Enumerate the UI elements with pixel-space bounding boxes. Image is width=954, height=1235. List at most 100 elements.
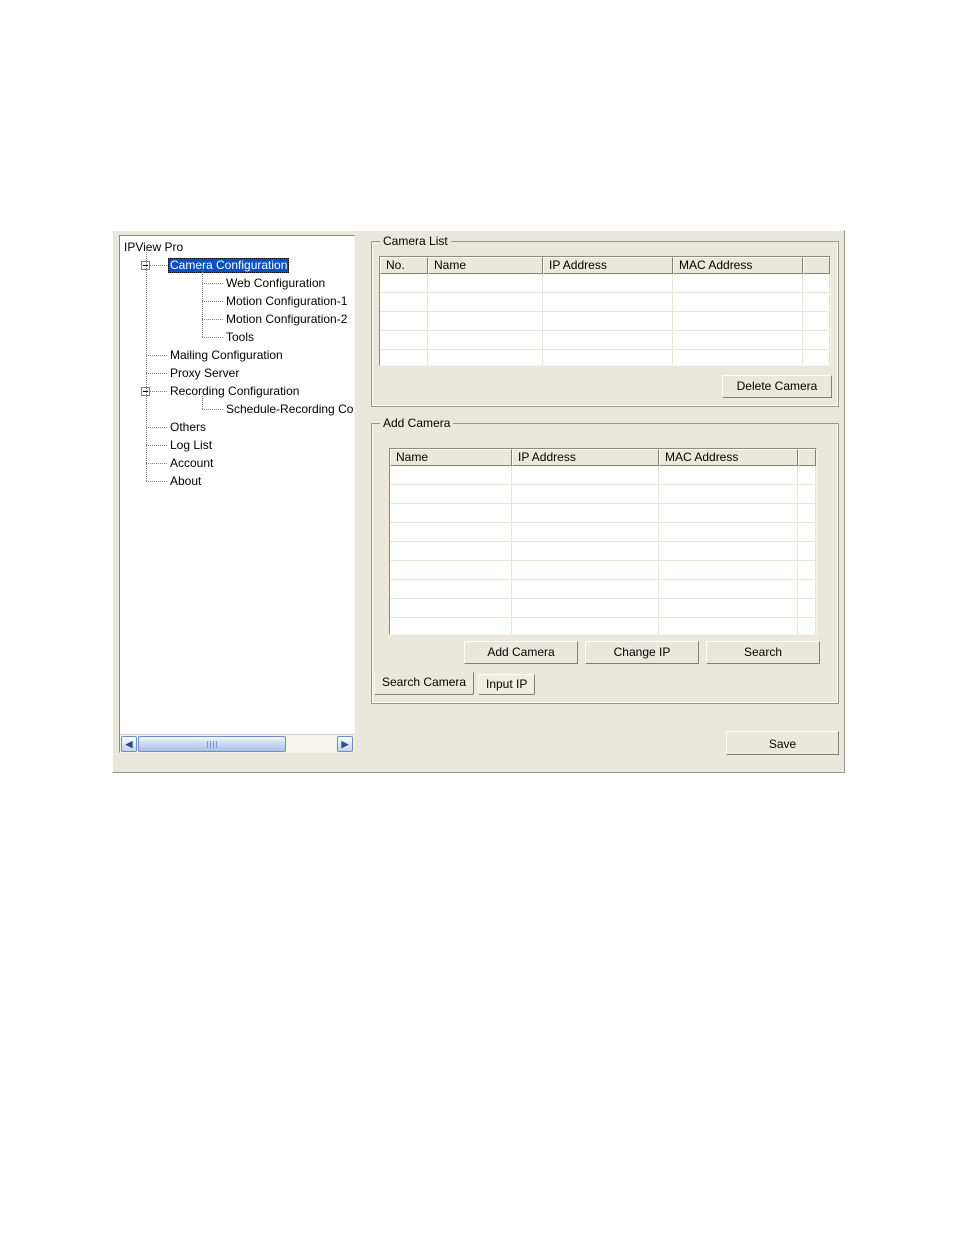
add-camera-groupbox: Add Camera Name IP Address MAC Address Add… — [371, 417, 839, 704]
camera-list-column-header[interactable]: IP Address — [543, 257, 673, 274]
camera-list-table[interactable]: No. Name IP Address MAC Address — [379, 256, 831, 366]
add-camera-row[interactable] — [390, 580, 816, 599]
add-camera-button[interactable]: Add Camera — [464, 641, 578, 664]
scrollbar-thumb[interactable] — [138, 736, 286, 752]
tree-item-motion-configuration-2[interactable]: Motion Configuration-2 — [224, 310, 349, 328]
tree-item-label: Tools — [226, 330, 255, 345]
camera-list-cell — [673, 331, 803, 349]
camera-list-cell — [803, 312, 830, 330]
tree-connector-horizontal — [146, 355, 168, 356]
tree-item-about[interactable]: About — [168, 472, 203, 490]
add-camera-column-header[interactable] — [798, 449, 816, 466]
tree-connector-horizontal — [146, 481, 168, 482]
tree-item-label: Mailing Configuration — [170, 348, 283, 363]
add-camera-cell — [512, 504, 659, 522]
add-camera-cell — [659, 504, 798, 522]
add-camera-cell — [659, 542, 798, 560]
camera-list-cell — [428, 293, 543, 311]
tree-horizontal-scrollbar[interactable]: ◀ ▶ — [120, 734, 354, 752]
tree-item-label: Others — [170, 420, 207, 435]
tree-item-camera-configuration[interactable]: Camera Configuration — [168, 256, 290, 274]
tree-stem-level-2 — [202, 270, 203, 338]
camera-list-row[interactable] — [380, 293, 830, 312]
camera-list-row[interactable] — [380, 312, 830, 331]
tree-connector-horizontal — [202, 337, 224, 338]
tree-item-log-list[interactable]: Log List — [168, 436, 214, 454]
tree-item-account[interactable]: Account — [168, 454, 215, 472]
tree-root-label[interactable]: IPView Pro — [124, 240, 183, 254]
camera-list-column-header[interactable]: No. — [380, 257, 428, 274]
add-camera-table[interactable]: Name IP Address MAC Address — [389, 448, 817, 635]
tree-item-web-configuration[interactable]: Web Configuration — [224, 274, 327, 292]
camera-list-cell — [543, 293, 673, 311]
tree-item-tools[interactable]: Tools — [224, 328, 256, 346]
camera-list-cell — [673, 293, 803, 311]
camera-list-groupbox: Camera List No. Name IP Address MAC Address… — [371, 235, 839, 407]
add-camera-cell — [512, 542, 659, 560]
tree-connector-horizontal — [202, 409, 224, 410]
add-camera-title: Add Camera — [380, 417, 454, 430]
camera-list-cell — [380, 274, 428, 292]
add-camera-cell — [659, 466, 798, 484]
tree-item-proxy-server[interactable]: Proxy Server — [168, 364, 241, 382]
add-camera-row[interactable] — [390, 485, 816, 504]
tree-item-label: About — [170, 474, 202, 489]
add-camera-row[interactable] — [390, 618, 816, 634]
tree-connector-horizontal — [146, 427, 168, 428]
tab-search-camera[interactable]: Search Camera — [374, 672, 475, 695]
camera-list-cell — [543, 350, 673, 365]
add-camera-row[interactable] — [390, 561, 816, 580]
add-camera-cell — [798, 523, 816, 541]
camera-list-cell — [673, 312, 803, 330]
camera-list-column-header[interactable] — [803, 257, 830, 274]
search-button[interactable]: Search — [706, 641, 820, 664]
add-camera-cell — [390, 504, 512, 522]
add-camera-cell — [659, 618, 798, 634]
add-camera-cell — [512, 523, 659, 541]
tree-connector-horizontal — [202, 283, 224, 284]
change-ip-button[interactable]: Change IP — [585, 641, 699, 664]
camera-list-column-header[interactable]: Name — [428, 257, 543, 274]
tree-item-mailing-configuration[interactable]: Mailing Configuration — [168, 346, 285, 364]
tree-item-recording-configuration[interactable]: Recording Configuration — [168, 382, 301, 400]
scroll-right-arrow-icon[interactable]: ▶ — [337, 736, 353, 752]
tree-item-others[interactable]: Others — [168, 418, 208, 436]
camera-list-cell — [428, 350, 543, 365]
add-camera-row[interactable] — [390, 504, 816, 523]
add-camera-cell — [798, 599, 816, 617]
tab-input-ip[interactable]: Input IP — [478, 674, 536, 695]
save-button[interactable]: Save — [726, 731, 839, 755]
scrollbar-track[interactable] — [138, 736, 336, 752]
add-camera-row[interactable] — [390, 542, 816, 561]
add-camera-cell — [659, 561, 798, 579]
camera-list-row[interactable] — [380, 331, 830, 350]
add-camera-cell — [390, 561, 512, 579]
add-camera-column-header[interactable]: Name — [390, 449, 512, 466]
camera-list-cell — [428, 312, 543, 330]
camera-list-body[interactable] — [380, 274, 830, 365]
navigation-tree-panel[interactable]: IPView Pro Camera Configuration Web Confi… — [119, 235, 355, 753]
add-camera-cell — [512, 618, 659, 634]
delete-camera-button[interactable]: Delete Camera — [722, 375, 832, 398]
add-camera-row[interactable] — [390, 466, 816, 485]
add-camera-header-row: Name IP Address MAC Address — [390, 449, 816, 466]
add-camera-cell — [390, 485, 512, 503]
add-camera-column-header[interactable]: MAC Address — [659, 449, 798, 466]
add-camera-cell — [512, 580, 659, 598]
camera-list-row[interactable] — [380, 350, 830, 365]
add-camera-row[interactable] — [390, 523, 816, 542]
add-camera-cell — [798, 485, 816, 503]
add-camera-row[interactable] — [390, 599, 816, 618]
add-camera-cell — [798, 542, 816, 560]
camera-list-row[interactable] — [380, 274, 830, 293]
scroll-left-arrow-icon[interactable]: ◀ — [121, 736, 137, 752]
tree-item-schedule-recording-con[interactable]: Schedule-Recording Con — [224, 400, 354, 418]
tree-item-motion-configuration-1[interactable]: Motion Configuration-1 — [224, 292, 349, 310]
add-camera-cell — [798, 561, 816, 579]
camera-list-column-header[interactable]: MAC Address — [673, 257, 803, 274]
add-camera-column-header[interactable]: IP Address — [512, 449, 659, 466]
add-camera-body[interactable] — [390, 466, 816, 634]
tree-item-label: Schedule-Recording Con — [226, 402, 354, 417]
add-camera-cell — [512, 561, 659, 579]
add-camera-cell — [390, 466, 512, 484]
